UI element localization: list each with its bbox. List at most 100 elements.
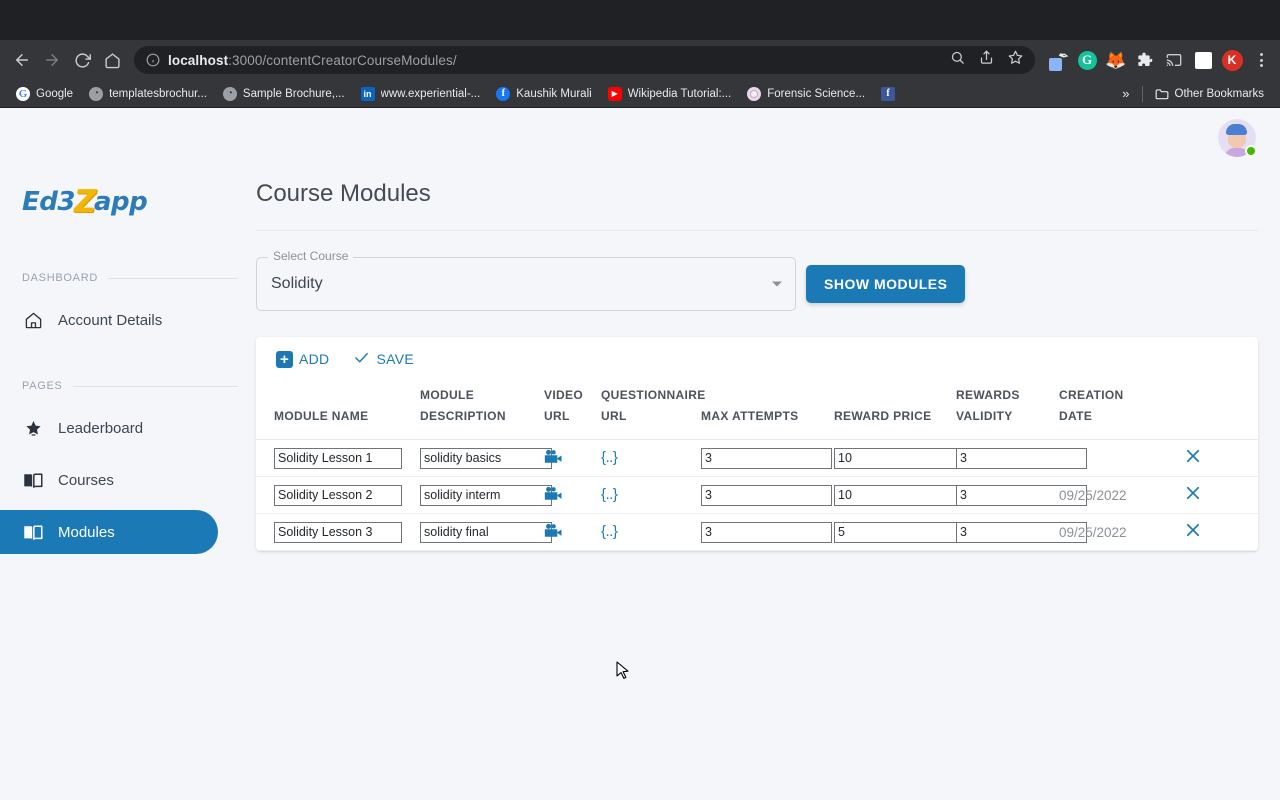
sidebar-item-leaderboard[interactable]: Leaderboard bbox=[0, 406, 218, 450]
omnibox-search-icon[interactable] bbox=[950, 50, 965, 70]
sidebar-item-account-details[interactable]: Account Details bbox=[0, 298, 218, 342]
bookmark-star-icon[interactable] bbox=[1008, 50, 1023, 70]
reward-price-input[interactable] bbox=[834, 484, 965, 506]
select-course-field[interactable]: Select Course Solidity bbox=[256, 249, 796, 311]
rewards-validity-input[interactable] bbox=[956, 447, 1087, 469]
video-camera-icon[interactable] bbox=[544, 449, 564, 468]
bookmark-item[interactable]: f Kaushik Murali bbox=[488, 84, 599, 104]
cell-module-name bbox=[256, 439, 420, 477]
cell-rewards-validity bbox=[956, 439, 1087, 477]
bookmark-item[interactable]: ◔ templatesbrochur... bbox=[81, 84, 215, 104]
sidebar-item-courses[interactable]: Courses bbox=[0, 458, 218, 502]
add-button[interactable]: + ADD bbox=[276, 350, 330, 368]
bookmarks-bar: G Google ◔ templatesbrochur... ◔ Sample Bro… bbox=[0, 80, 1280, 108]
metamask-fox-icon[interactable]: 🦊 bbox=[1105, 49, 1127, 71]
avatar[interactable] bbox=[1218, 119, 1257, 157]
globe-favicon: ◔ bbox=[222, 86, 237, 101]
table-header-row: MODULE NAME MODULE DESCRIPTION VIDEO URL Q… bbox=[256, 377, 1258, 440]
close-x-icon[interactable] bbox=[1184, 484, 1202, 505]
module-description-input[interactable] bbox=[420, 484, 552, 506]
video-camera-icon[interactable] bbox=[544, 523, 564, 542]
address-bar[interactable]: localhost:3000/contentCreatorCourseModul… bbox=[134, 46, 1035, 74]
max-attempts-input[interactable] bbox=[701, 484, 832, 506]
sidebar-item-label: Leaderboard bbox=[58, 419, 144, 437]
cell-module-name bbox=[256, 476, 420, 514]
bookmarks-overflow-button[interactable]: » bbox=[1114, 83, 1137, 104]
max-attempts-input[interactable] bbox=[701, 447, 832, 469]
home-button[interactable] bbox=[98, 46, 126, 74]
show-modules-button[interactable]: SHOW MODULES bbox=[806, 265, 966, 303]
chrome-menu-kebab-icon[interactable] bbox=[1250, 49, 1272, 71]
cell-questionnaire-url: {..} bbox=[601, 476, 701, 514]
logo-text-part1: Ed3 bbox=[22, 187, 75, 217]
cast-icon[interactable] bbox=[1163, 49, 1185, 71]
column-header-questionnaire-url: QUESTIONNAIRE URL bbox=[601, 388, 706, 423]
pen-extension-icon[interactable]: ✒ bbox=[1047, 47, 1070, 71]
other-bookmarks-folder[interactable]: Other Bookmarks bbox=[1147, 84, 1272, 104]
bookmark-item[interactable]: G Google bbox=[8, 84, 81, 104]
omnibox-share-icon[interactable] bbox=[979, 50, 994, 70]
mouse-cursor bbox=[616, 661, 630, 681]
extensions-tray: ✒ G 🦊 K bbox=[1043, 47, 1272, 71]
save-button-label: SAVE bbox=[376, 351, 414, 367]
add-button-label: ADD bbox=[299, 351, 330, 367]
reward-price-input[interactable] bbox=[834, 521, 965, 543]
sidebar: Ed3Zapp DASHBOARD Account Details PAGES bbox=[0, 168, 256, 562]
table-row: {..} 09/25/2022 bbox=[256, 513, 1258, 551]
bookmark-item[interactable]: ◔ Sample Brochure,... bbox=[215, 84, 353, 104]
profile-avatar-icon[interactable]: K bbox=[1221, 49, 1243, 71]
forward-button[interactable] bbox=[38, 46, 66, 74]
save-button[interactable]: SAVE bbox=[353, 349, 414, 369]
cell-module-name bbox=[256, 513, 420, 551]
bookmark-item[interactable]: Forensic Science... bbox=[739, 84, 873, 104]
browser-navigation-bar: localhost:3000/contentCreatorCourseModul… bbox=[0, 40, 1280, 80]
bookmark-label: templatesbrochur... bbox=[109, 87, 207, 100]
cell-max-attempts bbox=[701, 476, 834, 514]
module-name-input[interactable] bbox=[274, 521, 402, 543]
module-name-input[interactable] bbox=[274, 484, 402, 506]
reload-button[interactable] bbox=[68, 46, 96, 74]
bookmark-item[interactable]: ▶ Wikipedia Tutorial:... bbox=[600, 84, 740, 104]
cell-creation-date: 09/25/2022 bbox=[1059, 476, 1127, 514]
app-logo[interactable]: Ed3 Zapp bbox=[0, 184, 256, 220]
book-icon bbox=[22, 472, 44, 489]
module-name-input[interactable] bbox=[274, 447, 402, 469]
cell-video-url bbox=[544, 439, 601, 477]
cell-module-description bbox=[420, 439, 552, 477]
close-x-icon[interactable] bbox=[1184, 447, 1202, 468]
cell-reward-price bbox=[834, 439, 965, 477]
sidebar-item-label: Account Details bbox=[58, 311, 163, 329]
module-description-input[interactable] bbox=[420, 521, 552, 543]
check-icon bbox=[353, 349, 370, 369]
sidebar-item-modules[interactable]: Modules bbox=[0, 510, 218, 554]
json-braces-icon[interactable]: {..} bbox=[601, 486, 618, 503]
tab-strip bbox=[0, 0, 1280, 40]
bookmark-label: Google bbox=[36, 87, 74, 100]
chevron-down-icon[interactable] bbox=[772, 281, 782, 287]
modules-table: MODULE NAME MODULE DESCRIPTION VIDEO URL Q… bbox=[256, 377, 1258, 551]
module-description-input[interactable] bbox=[420, 447, 552, 469]
modules-card: + ADD SAVE MODULE NAME MODULE DESCRIPTIO… bbox=[256, 337, 1258, 551]
bookmark-item[interactable]: in www.experiential-... bbox=[353, 84, 489, 104]
facebook-square-favicon: f bbox=[881, 86, 896, 101]
close-x-icon[interactable] bbox=[1184, 521, 1202, 542]
sidepanel-icon[interactable] bbox=[1192, 49, 1214, 71]
max-attempts-input[interactable] bbox=[701, 521, 832, 543]
logo-text-part2: app bbox=[93, 187, 148, 217]
column-header-max-attempts: MAX ATTEMPTS bbox=[701, 409, 799, 423]
extensions-puzzle-icon[interactable] bbox=[1134, 49, 1156, 71]
select-course-value[interactable]: Solidity bbox=[256, 257, 796, 311]
back-button[interactable] bbox=[8, 46, 36, 74]
cell-reward-price bbox=[834, 476, 965, 514]
grammarly-icon[interactable]: G bbox=[1076, 49, 1098, 71]
column-header-rewards-validity: REWARDS VALIDITY bbox=[956, 388, 1020, 423]
reward-price-input[interactable] bbox=[834, 447, 965, 469]
bookmark-item[interactable]: f bbox=[873, 84, 903, 104]
json-braces-icon[interactable]: {..} bbox=[601, 523, 618, 540]
cell-delete bbox=[1127, 439, 1258, 477]
table-row: {..} bbox=[256, 439, 1258, 477]
table-toolbar: + ADD SAVE bbox=[256, 337, 1258, 377]
json-braces-icon[interactable]: {..} bbox=[601, 449, 618, 466]
video-camera-icon[interactable] bbox=[544, 486, 564, 505]
site-info-icon[interactable] bbox=[146, 53, 160, 67]
